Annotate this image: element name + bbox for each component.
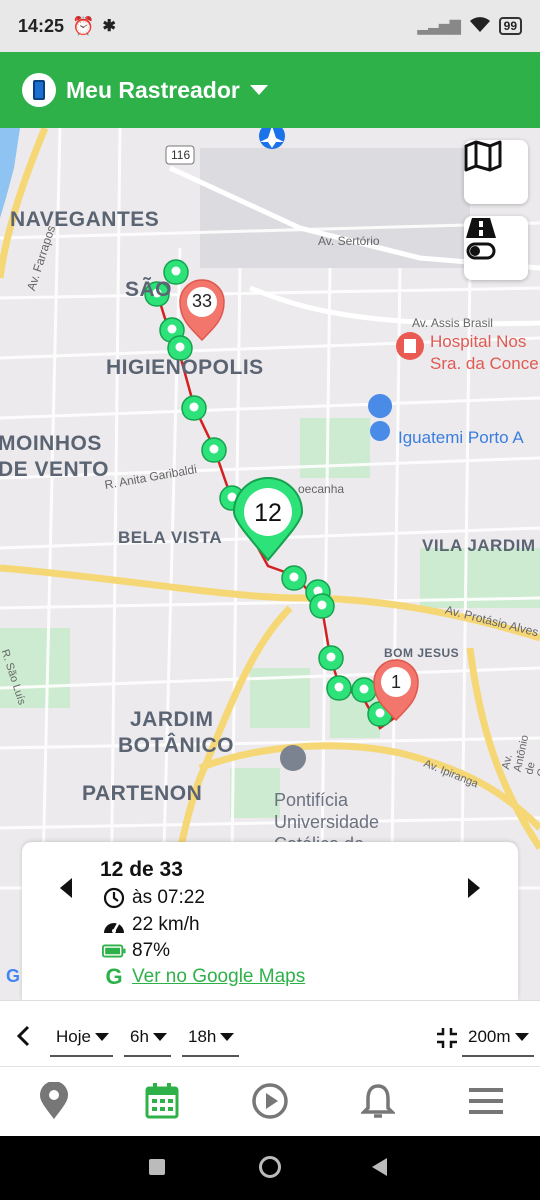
open-google-maps-link[interactable]: Ver no Google Maps — [132, 966, 305, 988]
signal-icon: ▂▃▅▇ — [417, 17, 461, 34]
position-marker[interactable] — [326, 675, 352, 701]
position-time: às 07:22 — [132, 887, 205, 908]
area-label-partenon: PARTENON — [82, 782, 203, 805]
position-marker[interactable] — [309, 593, 335, 619]
route-shield-label: 116 — [171, 148, 191, 162]
nav-history-button[interactable] — [140, 1081, 184, 1125]
area-label-de-vento: DE VENTO — [0, 458, 109, 481]
day-select[interactable]: Hoje — [50, 1019, 113, 1057]
google-logo: G — [6, 966, 21, 986]
chevron-down-icon — [220, 1033, 235, 1041]
start-hour-select[interactable]: 6h — [124, 1019, 171, 1057]
device-battery: 87% — [132, 940, 171, 961]
street-label: Av. Assis Brasil — [412, 316, 493, 330]
current-position-number[interactable]: 12 — [244, 499, 292, 528]
time-filter-bar: Hoje 6h 18h 200m — [0, 1000, 540, 1066]
poi-label-hospital: Hospital Nos — [430, 332, 527, 351]
bell-icon — [359, 1082, 397, 1125]
position-marker[interactable] — [201, 437, 227, 463]
area-label-jardim: JARDIM — [130, 708, 214, 731]
recents-button[interactable] — [149, 1159, 165, 1175]
home-button[interactable] — [259, 1156, 281, 1178]
area-label-moinhos: MOINHOS — [0, 432, 102, 455]
area-label-navegantes: NAVEGANTES — [10, 208, 160, 231]
nav-alerts-button[interactable] — [356, 1081, 400, 1125]
radius-value: 200m — [468, 1027, 511, 1046]
end-hour-value: 18h — [188, 1027, 217, 1046]
end-hour-select[interactable]: 18h — [182, 1019, 239, 1057]
area-label-botanico: BOTÂNICO — [118, 734, 234, 757]
google-icon: G — [105, 964, 123, 989]
back-button[interactable] — [372, 1158, 387, 1176]
calendar-icon — [145, 1082, 179, 1124]
map-type-button[interactable] — [464, 140, 528, 204]
start-hour-value: 6h — [130, 1027, 149, 1046]
system-navigation-bar — [0, 1136, 540, 1200]
position-counter: 12 de 33 — [100, 858, 183, 881]
app-bar: Meu Rastreador — [0, 52, 540, 128]
nav-location-button[interactable] — [32, 1080, 76, 1125]
menu-icon — [469, 1086, 503, 1121]
location-pin-icon — [39, 1080, 69, 1125]
chevron-down-icon — [152, 1033, 167, 1041]
next-position-button[interactable] — [468, 878, 480, 898]
speed-row: 22 km/h — [102, 913, 200, 937]
position-marker[interactable] — [318, 645, 344, 671]
clock-icon — [102, 886, 126, 910]
position-marker[interactable] — [351, 677, 377, 703]
clock-time: 14:25 — [18, 15, 65, 36]
position-marker[interactable] — [181, 395, 207, 421]
previous-position-button[interactable] — [60, 878, 72, 898]
google-maps-row: G Ver no Google Maps — [102, 964, 305, 989]
alarm-icon: ⏰ — [72, 15, 95, 36]
nav-playback-button[interactable] — [248, 1081, 292, 1125]
back-arrow-icon[interactable] — [16, 1025, 30, 1052]
street-label: oecanha — [298, 482, 345, 496]
slack-icon: ✱ — [102, 18, 116, 35]
status-bar: 14:25 ⏰ ✱ ▂▃▅▇ 99 — [0, 0, 540, 52]
area-label-bom-jesus: BOM JESUS — [384, 646, 460, 660]
poi-label-puc: Pontifícia — [274, 790, 349, 810]
wifi-icon — [469, 15, 491, 38]
poi-label-hospital-2: Sra. da Conce — [430, 354, 539, 373]
radius-select[interactable]: 200m — [462, 1019, 534, 1057]
battery-icon — [102, 939, 126, 963]
poi-label-iguatemi: Iguatemi Porto A — [398, 428, 524, 447]
bottom-navigation — [0, 1066, 540, 1136]
collapse-icon[interactable] — [436, 1027, 458, 1054]
position-speed: 22 km/h — [132, 914, 200, 935]
poi-label-puc-2: Universidade — [274, 812, 380, 832]
battery-indicator: 99 — [498, 17, 522, 35]
battery-row: 87% — [102, 939, 170, 963]
cluster-end-count[interactable]: 1 — [381, 672, 411, 693]
device-icon — [22, 73, 56, 107]
nav-menu-button[interactable] — [464, 1081, 508, 1125]
speedometer-icon — [102, 913, 126, 937]
chevron-down-icon — [514, 1033, 529, 1041]
play-circle-icon — [251, 1082, 289, 1125]
position-info-card: 12 de 33 às 07:22 22 km/h 87% G Ver no G… — [22, 842, 518, 1000]
area-label-vila-jardim: VILA JARDIM — [422, 536, 536, 555]
time-row: às 07:22 — [102, 886, 205, 910]
chevron-down-icon — [94, 1033, 109, 1041]
area-label-sao-joao: SÃO — [125, 278, 173, 301]
tracker-selector[interactable]: Meu Rastreador — [66, 77, 240, 104]
traffic-toggle-button[interactable] — [464, 216, 528, 280]
area-label-bela-vista: BELA VISTA — [118, 528, 223, 547]
street-label: Av. Sertório — [318, 234, 380, 248]
day-select-value: Hoje — [56, 1027, 91, 1046]
cluster-start-count[interactable]: 33 — [187, 291, 217, 312]
position-marker[interactable] — [281, 565, 307, 591]
chevron-down-icon[interactable] — [249, 85, 268, 95]
area-label-higienopolis: HIGIENOPOLIS — [106, 356, 264, 379]
